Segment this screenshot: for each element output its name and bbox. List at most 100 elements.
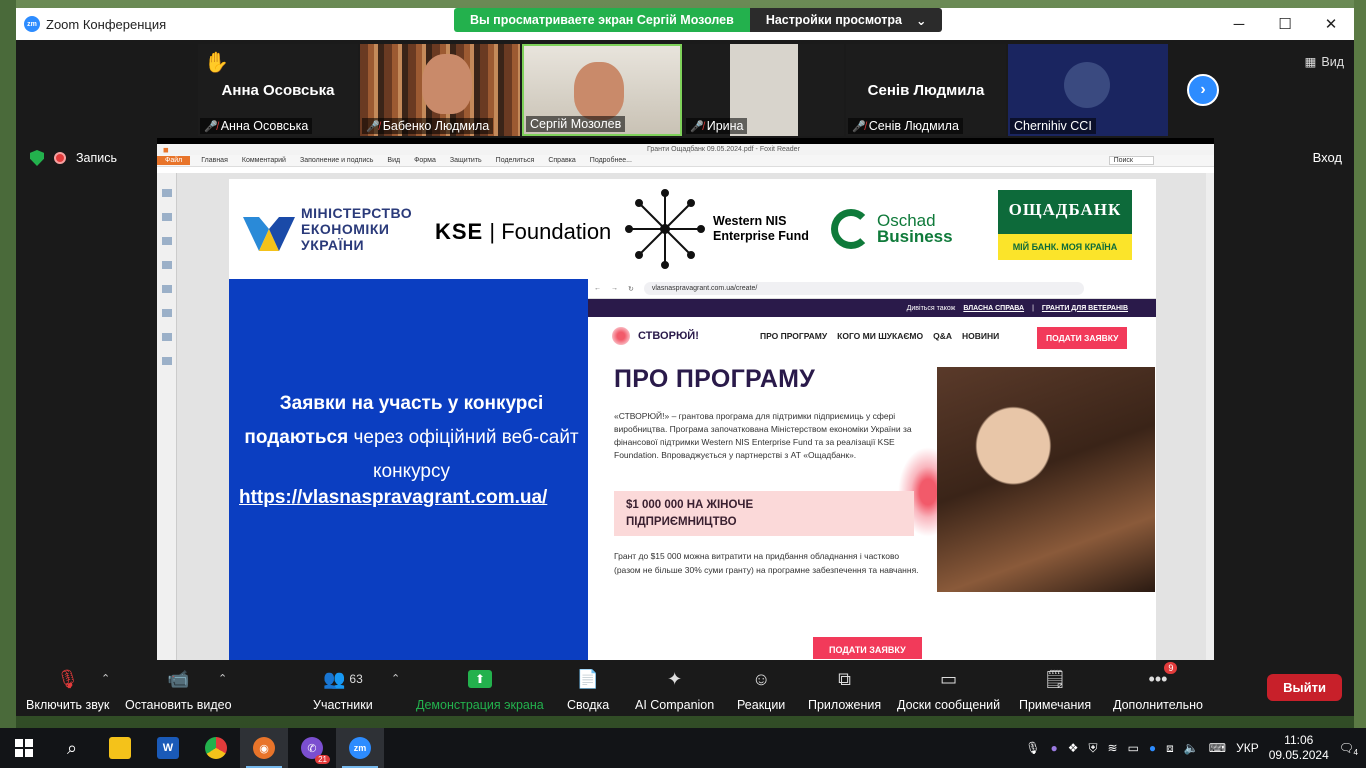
keyboard-icon[interactable]: ⌨ (1209, 741, 1226, 755)
participant-name: Сенів Людмила (868, 119, 959, 133)
shield-tray-icon[interactable]: ⛨ (1088, 741, 1097, 756)
recording-indicator[interactable]: Запись (30, 150, 117, 166)
foxit-menu-item[interactable]: Комментарий (235, 157, 293, 164)
foxit-menu-item[interactable]: Заполнение и подпись (293, 157, 380, 164)
video-camera-icon: 📹 (167, 668, 190, 689)
zoom-window: zm Zoom Конференция Вы просматриваете эк… (16, 8, 1354, 716)
maximize-button[interactable]: ☐ (1262, 8, 1308, 40)
battery-icon[interactable]: ▭ (1128, 741, 1139, 755)
view-settings-button[interactable]: Настройки просмотра ⌄ (749, 8, 943, 32)
foxit-logo-icon: ◼ (163, 146, 169, 154)
foxit-menu-item[interactable]: Форма (407, 157, 443, 164)
viber-icon[interactable]: ✆ 21 (288, 728, 336, 768)
window-title: Zoom Конференция (46, 16, 167, 32)
brand-name: СТВОРЮЙ! (638, 330, 699, 342)
display-icon[interactable]: ⧈ (1166, 741, 1174, 756)
close-button[interactable]: ✕ (1308, 8, 1354, 40)
notes-button[interactable]: 🗒 Примечания (1019, 666, 1091, 713)
participant-tile[interactable]: 🎤̸ Бабенко Людмила (360, 44, 520, 136)
chrome-icon[interactable] (192, 728, 240, 768)
clock[interactable]: 11:06 09.05.2024 (1269, 733, 1329, 763)
browser-address-bar: ← → ↻ vlasnaspravagrant.com.ua/create/ (588, 279, 1156, 299)
participants-caret-icon[interactable]: ⌃ (391, 672, 400, 685)
clock-time: 11:06 (1284, 733, 1314, 747)
language-indicator[interactable]: УКР (1236, 741, 1259, 755)
ai-companion-button[interactable]: ✦ AI Companion (635, 666, 714, 713)
mineco-mark-icon (243, 217, 295, 251)
notifications-count: 4 (1353, 748, 1358, 757)
apps-button[interactable]: ⧉ Приложения (808, 666, 881, 713)
wnis-starburst-icon (625, 189, 705, 269)
mic-off-icon: 🎤̸ (366, 120, 380, 133)
foxit-menu: Файл Главная Комментарий Заполнение и по… (157, 155, 1214, 167)
mic-off-icon: 🎙 (56, 668, 80, 689)
participant-tile[interactable]: Сергій Мозолев (522, 44, 682, 136)
woman-photo (937, 367, 1155, 592)
notifications-icon[interactable]: 🗨 4 (1339, 741, 1358, 757)
audio-caret-icon[interactable]: ⌃ (101, 672, 110, 685)
zoom-taskbar-icon[interactable]: zm (336, 728, 384, 768)
participant-video (422, 54, 472, 114)
viewing-screen-label: Вы просматриваете экран Сергій Мозолев (454, 8, 750, 32)
foxit-menu-item[interactable]: Подробнее... (583, 157, 639, 164)
contest-url-link[interactable]: https://vlasnaspravagrant.com.ua/ (239, 487, 547, 509)
volume-icon[interactable]: 🔈 (1184, 741, 1199, 755)
shield-icon (30, 150, 44, 166)
flag-icon[interactable]: ❖ (1068, 741, 1079, 755)
start-button[interactable] (0, 728, 48, 768)
file-explorer-icon[interactable] (96, 728, 144, 768)
whiteboards-button[interactable]: ▭ Доски сообщений (897, 666, 1000, 713)
site-menu-item: НОВИНИ (962, 331, 1000, 341)
stop-video-button[interactable]: 📹 Остановить видео (125, 666, 232, 713)
word-icon[interactable]: W (144, 728, 192, 768)
next-page-arrow-icon[interactable]: › (1187, 74, 1219, 106)
foxit-menu-item[interactable]: Главная (194, 157, 235, 164)
foxit-menu-file[interactable]: Файл (157, 156, 191, 165)
foxit-menu-item[interactable]: Вид (380, 157, 407, 164)
foxit-menu-item[interactable]: Поделиться (489, 157, 542, 164)
participant-tile[interactable]: ✋ Анна Осовська 🎤̸ Анна Осовська (198, 44, 358, 136)
share-screen-button[interactable]: ⬆ Демонстрация экрана (416, 666, 544, 712)
foxit-menu-item[interactable]: Защитить (443, 157, 489, 164)
unmute-button[interactable]: 🎙 Включить звук (26, 666, 109, 713)
cci-logo-icon (1064, 62, 1110, 108)
reactions-button[interactable]: ☺ Реакции (737, 666, 785, 713)
highlight-line: $1 000 000 НА ЖІНОЧЕ (626, 498, 754, 511)
wifi-icon[interactable]: ≋ (1108, 741, 1118, 755)
blue-text-bold: подаються (244, 427, 349, 448)
participants-button[interactable]: 👥 63 Участники (313, 666, 373, 713)
wnis-line: Western NIS (713, 214, 787, 228)
wnis-line: Enterprise Fund (713, 229, 809, 243)
view-button[interactable]: ▦ Вид (1305, 54, 1344, 70)
minimize-button[interactable]: ─ (1216, 8, 1262, 40)
foxit-menu-item[interactable]: Справка (541, 157, 582, 164)
more-button[interactable]: ••• 9 Дополнительно (1113, 662, 1203, 712)
zoom-tray-icon[interactable]: ● (1149, 741, 1156, 755)
participant-label: 🎤̸ Анна Осовська (200, 118, 313, 134)
foxit-search-input[interactable]: Поиск (1108, 156, 1154, 165)
summary-button[interactable]: 📄 Сводка (567, 666, 609, 713)
search-icon[interactable]: ⌕ (48, 728, 96, 768)
view-settings-label: Настройки просмотра (765, 13, 902, 27)
foxit-taskbar-icon[interactable]: ◉ (240, 728, 288, 768)
scrollbar[interactable] (1206, 173, 1214, 660)
viber-tray-icon[interactable]: ● (1050, 741, 1057, 755)
program-description: «СТВОРЮЙ!» – грантова програма для підтр… (614, 411, 912, 460)
enter-button[interactable]: Вход (1313, 150, 1342, 165)
back-icon: ← (594, 285, 601, 292)
share-banner: Вы просматриваете экран Сергій Мозолев Н… (454, 8, 943, 32)
video-caret-icon[interactable]: ⌃ (218, 672, 227, 685)
participant-label: Chernihiv CCI (1010, 118, 1096, 134)
microphone-icon[interactable]: 🎙 (1025, 741, 1040, 755)
oschad-business-logo: Oschad Business (831, 209, 953, 249)
participant-tile[interactable]: Chernihiv CCI (1008, 44, 1168, 136)
kse-mark: KSE (435, 219, 484, 244)
participant-name: Сергій Мозолев (530, 117, 622, 131)
blue-panel-text: Заявки на участь у конкурсі подаються че… (239, 387, 584, 489)
oschad-ring-icon (831, 209, 871, 249)
participant-tile[interactable]: 🎤̸ Ирина (684, 44, 844, 136)
site-menu-item: ПРО ПРОГРАМУ (760, 331, 828, 341)
participant-tile[interactable]: Сенів Людмила 🎤̸ Сенів Людмила (846, 44, 1006, 136)
leave-button[interactable]: Выйти (1267, 674, 1342, 701)
more-label: Дополнительно (1113, 698, 1203, 712)
